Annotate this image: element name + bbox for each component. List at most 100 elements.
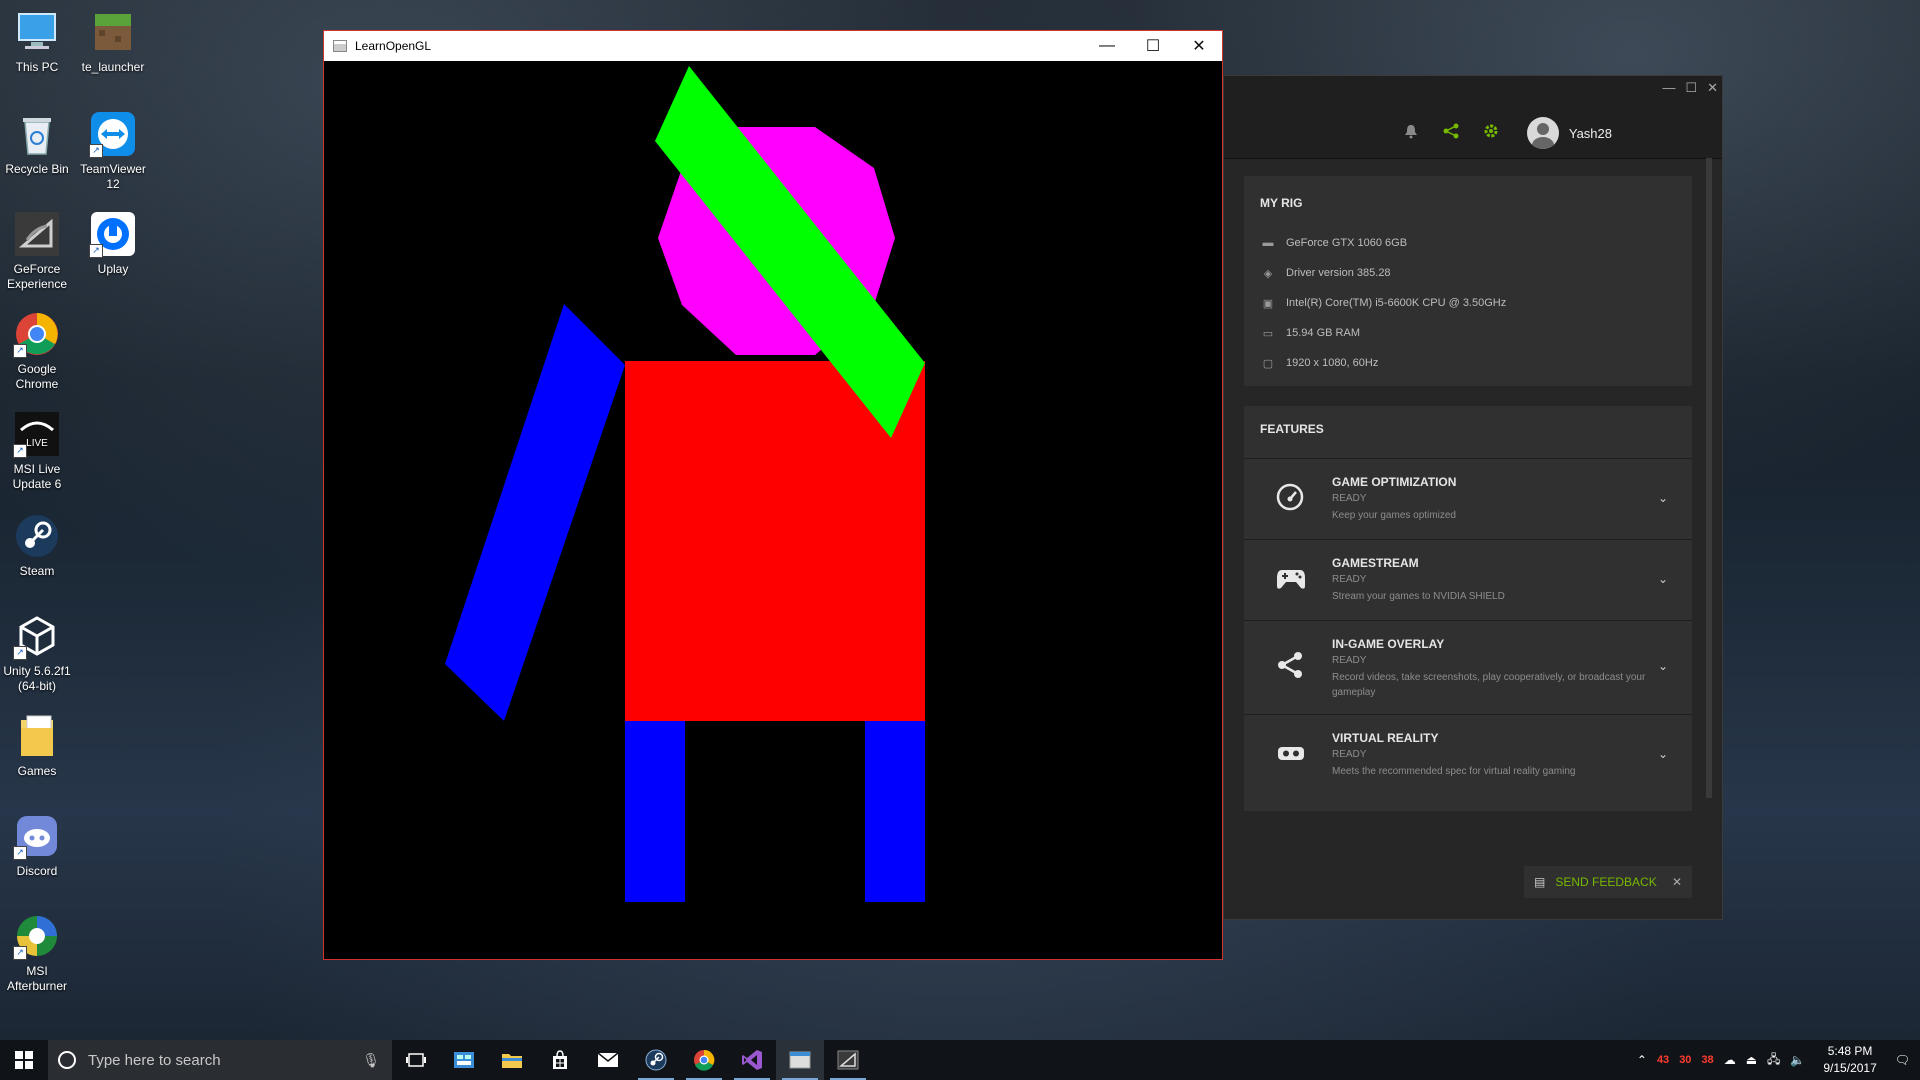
username[interactable]: Yash28 [1569, 126, 1612, 141]
chevron-down-icon[interactable]: ⌄ [1658, 747, 1668, 761]
task-view-button[interactable] [392, 1040, 440, 1080]
close-button[interactable]: ✕ [1176, 31, 1222, 61]
taskbar-visual-studio[interactable] [728, 1040, 776, 1080]
taskbar-control-panel[interactable] [440, 1040, 488, 1080]
feature-description: Meets the recommended spec for virtual r… [1332, 766, 1576, 777]
features-title: FEATURES [1260, 422, 1324, 436]
desktop-icon-recycle-bin[interactable]: Recycle Bin [0, 110, 74, 177]
share-icon[interactable] [1431, 123, 1471, 143]
usb-icon[interactable]: ⏏ [1746, 1053, 1757, 1067]
gfe-minimize-button[interactable]: — [1662, 80, 1675, 96]
feature-game-optimization[interactable]: GAME OPTIMIZATION READY Keep your games … [1244, 458, 1692, 539]
folder-icon [502, 1054, 522, 1068]
store-icon [553, 1050, 567, 1069]
feature-status: READY [1332, 655, 1367, 666]
taskbar-steam[interactable] [632, 1040, 680, 1080]
chevron-down-icon[interactable]: ⌄ [1658, 572, 1668, 586]
desktop-icon-label: TeamViewer 12 [80, 162, 146, 191]
chevron-down-icon[interactable]: ⌄ [1658, 659, 1668, 673]
shortcut-arrow-icon: ↗ [89, 244, 103, 258]
shortcut-arrow-icon: ↗ [13, 946, 27, 960]
volume-icon[interactable]: 🔈 [1790, 1053, 1805, 1067]
rig-item: ◈ Driver version 385.28 [1244, 258, 1692, 288]
chevron-up-icon[interactable]: ⌃ [1637, 1053, 1647, 1067]
minimize-button[interactable]: — [1084, 31, 1130, 61]
desktop-icon-label: te_launcher [81, 60, 145, 74]
monitor-icon: ▢ [1262, 357, 1274, 370]
taskbar-geforce-experience[interactable] [824, 1040, 872, 1080]
feature-virtual-reality[interactable]: VIRTUAL REALITY READY Meets the recommen… [1244, 714, 1692, 795]
feature-name: VIRTUAL REALITY [1332, 731, 1439, 745]
action-center-icon[interactable]: 🗨 [1895, 1053, 1910, 1067]
clock-date: 9/15/2017 [1823, 1061, 1877, 1075]
gfe-close-button[interactable]: ✕ [1707, 80, 1718, 96]
feature-in-game-overlay[interactable]: IN-GAME OVERLAY READY Record videos, tak… [1244, 620, 1692, 714]
desktop-icon-this-pc[interactable]: This PC [0, 8, 74, 75]
taskbar-learnopengl[interactable] [776, 1040, 824, 1080]
clock[interactable]: 5:48 PM 9/15/2017 [1815, 1043, 1884, 1077]
feature-gamestream[interactable]: GAMESTREAM READY Stream your games to NV… [1244, 539, 1692, 620]
msi-live-update-icon: LIVE ↗ [13, 410, 61, 458]
rig-item: ▭ 15.94 GB RAM [1244, 318, 1692, 348]
feature-status: READY [1332, 493, 1367, 504]
desktop-icon-te-launcher[interactable]: te_launcher [76, 8, 150, 75]
shortcut-arrow-icon: ↗ [13, 444, 27, 458]
taskbar-file-explorer[interactable] [488, 1040, 536, 1080]
bell-icon[interactable] [1391, 124, 1431, 143]
desktop-icon-unity[interactable]: ↗ Unity 5.6.2f1 (64-bit) [0, 612, 74, 694]
desktop-icon-geforce-experience[interactable]: GeForce Experience [0, 210, 74, 292]
gfe-scrollbar[interactable] [1706, 158, 1712, 798]
grass-block-icon [89, 8, 137, 56]
settings-icon[interactable] [1471, 123, 1511, 143]
desktop-icon-label: GeForce Experience [6, 262, 68, 291]
microphone-icon[interactable]: 🎙 [362, 1052, 380, 1069]
close-icon[interactable]: ✕ [1672, 875, 1682, 889]
desktop-icon-discord[interactable]: ↗ Discord [0, 812, 74, 879]
search-input[interactable]: Type here to search 🎙 [48, 1040, 392, 1080]
features-panel: FEATURES GAME OPTIMIZATION READY Keep yo… [1244, 406, 1692, 811]
taskbar-store[interactable] [536, 1040, 584, 1080]
start-button[interactable] [0, 1040, 48, 1080]
avatar[interactable] [1526, 117, 1559, 149]
learnopengl-window: LearnOpenGL — ☐ ✕ [323, 30, 1223, 960]
right-leg [865, 721, 925, 902]
learnopengl-titlebar[interactable]: LearnOpenGL — ☐ ✕ [324, 31, 1222, 61]
console-window-icon [789, 1051, 811, 1069]
rig-item: ▢ 1920 x 1080, 60Hz [1244, 348, 1692, 378]
geforce-icon [13, 210, 61, 258]
gpu-icon: ▬ [1262, 237, 1274, 249]
window-title: LearnOpenGL [355, 39, 432, 53]
send-feedback-label: SEND FEEDBACK [1555, 875, 1657, 889]
gfe-maximize-button[interactable]: ☐ [1685, 80, 1697, 96]
my-rig-panel: MY RIG ▬ GeForce GTX 1060 6GB ◈ Driver v… [1244, 176, 1692, 386]
send-feedback-button[interactable]: ▤ SEND FEEDBACK ✕ [1524, 866, 1692, 898]
cpu-temp-readout: 30 [1679, 1054, 1692, 1066]
desktop-icon-msi-afterburner[interactable]: ↗ MSI Afterburner [0, 912, 74, 994]
maximize-button[interactable]: ☐ [1130, 31, 1176, 61]
opengl-render-canvas [324, 61, 1222, 959]
rig-item: ▣ Intel(R) Core(TM) i5-6600K CPU @ 3.50G… [1244, 288, 1692, 318]
taskbar-chrome[interactable] [680, 1040, 728, 1080]
mail-icon [597, 1052, 619, 1067]
cortana-icon [58, 1051, 76, 1069]
task-view-icon [406, 1053, 426, 1067]
chevron-down-icon[interactable]: ⌄ [1658, 491, 1668, 505]
desktop-icon-msi-live-update[interactable]: LIVE ↗ MSI Live Update 6 [0, 410, 74, 492]
windows-logo-icon [15, 1051, 33, 1069]
desktop-icon-teamviewer[interactable]: ↗ TeamViewer 12 [76, 110, 150, 192]
temp-readout: 38 [1701, 1054, 1714, 1066]
rig-item-text: GeForce GTX 1060 6GB [1286, 237, 1408, 249]
desktop-icon-label: MSI Afterburner [6, 964, 68, 993]
desktop-icon-google-chrome[interactable]: ↗ Google Chrome [0, 310, 74, 392]
feature-name: GAME OPTIMIZATION [1332, 475, 1457, 489]
gpu-temp-readout: 43 [1656, 1054, 1670, 1066]
geforce-icon [837, 1050, 859, 1070]
network-icon[interactable]: 🖧 [1767, 1050, 1780, 1071]
desktop-icon-steam[interactable]: Steam [0, 512, 74, 579]
onedrive-icon[interactable]: ☁ [1724, 1053, 1736, 1067]
desktop-icon-games[interactable]: Games [0, 712, 74, 779]
chrome-icon: ↗ [13, 310, 61, 358]
taskbar-mail[interactable] [584, 1040, 632, 1080]
gamepad-icon [1276, 564, 1305, 592]
desktop-icon-uplay[interactable]: ↗ Uplay [76, 210, 150, 277]
